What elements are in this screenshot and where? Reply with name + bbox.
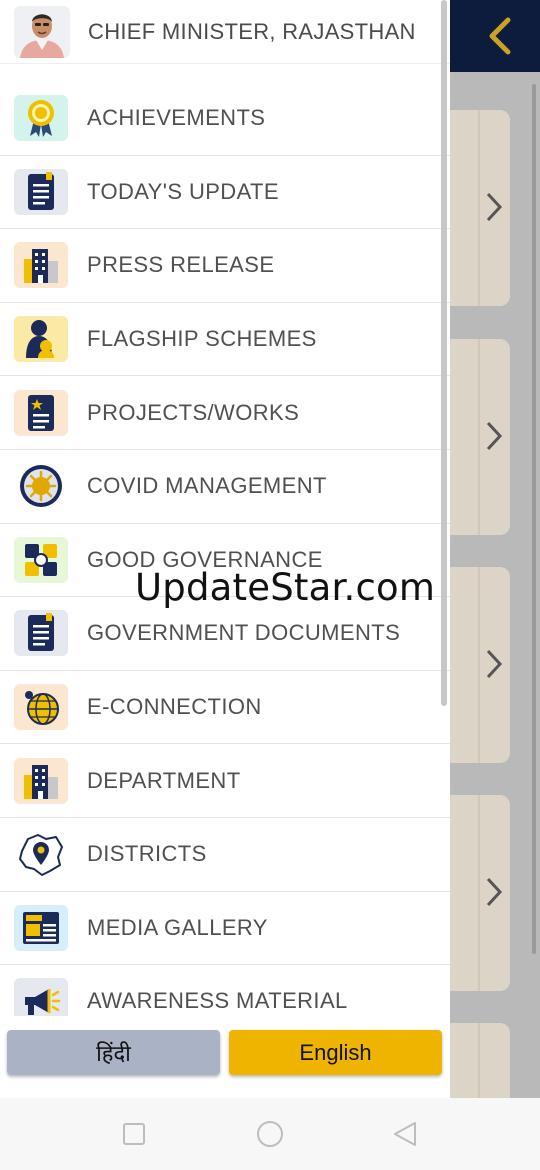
menu-item-label: DEPARTMENT — [87, 767, 241, 793]
building-icon — [14, 757, 68, 804]
building-icon — [14, 242, 68, 289]
map-pin-icon — [14, 831, 68, 878]
menu-item-label: ACHIEVEMENTS — [87, 105, 266, 131]
globe-icon — [14, 684, 68, 731]
language-switcher: हिंदी English — [0, 1016, 450, 1098]
menu-item-label: AWARENESS MATERIAL — [87, 988, 348, 1014]
recents-square-icon[interactable] — [118, 1118, 150, 1150]
back-chevron-icon[interactable] — [484, 14, 516, 58]
newspaper-icon — [14, 904, 68, 951]
menu-item-label: TODAY'S UPDATE — [87, 178, 279, 204]
menu-item-label: E-CONNECTION — [87, 694, 262, 720]
document-icon — [14, 168, 68, 215]
watermark-text: UpdateStar.com — [135, 566, 436, 609]
menu-item-covid-management[interactable]: COVID MANAGEMENT — [0, 450, 450, 524]
menu-item-media-gallery[interactable]: MEDIA GALLERY — [0, 892, 450, 966]
menu-item-label: PROJECTS/WORKS — [87, 399, 300, 425]
back-triangle-icon[interactable] — [389, 1118, 421, 1150]
menu-item-press-release[interactable]: PRESS RELEASE — [0, 229, 450, 303]
person-avatar-icon — [14, 5, 70, 58]
virus-icon — [14, 463, 68, 510]
hindi-button[interactable]: हिंदी — [7, 1030, 220, 1075]
menu-item-projects-works[interactable]: PROJECTS/WORKS — [0, 376, 450, 450]
menu-item-achievements[interactable]: ACHIEVEMENTS — [0, 82, 450, 156]
system-navigation-bar — [0, 1098, 540, 1170]
drawer-title: CHIEF MINISTER, RAJASTHAN — [88, 18, 416, 44]
drawer-scrollbar[interactable] — [441, 0, 447, 706]
menu-item-districts[interactable]: DISTRICTS — [0, 818, 450, 892]
menu-item-label: DISTRICTS — [87, 841, 207, 867]
handshake-icon — [14, 536, 68, 583]
chevron-right-icon — [486, 649, 503, 679]
project-document-icon — [14, 389, 68, 436]
mother-child-icon — [14, 316, 68, 363]
english-button[interactable]: English — [229, 1030, 442, 1075]
menu-item-e-connection[interactable]: E-CONNECTION — [0, 671, 450, 745]
menu-item-label: MEDIA GALLERY — [87, 914, 268, 940]
menu-item-flagship-schemes[interactable]: FLAGSHIP SCHEMES — [0, 303, 450, 377]
award-medal-icon — [14, 95, 68, 142]
menu-item-label: COVID MANAGEMENT — [87, 473, 327, 499]
drawer-menu: ACHIEVEMENTS TODAY'S UPDATE PRESS RELEAS… — [0, 82, 450, 1039]
navigation-drawer: CHIEF MINISTER, RAJASTHAN ACHIEVEMENTS T… — [0, 0, 450, 1098]
chevron-right-icon — [486, 421, 503, 451]
document-icon — [14, 610, 68, 657]
menu-item-label: FLAGSHIP SCHEMES — [87, 326, 317, 352]
menu-item-department[interactable]: DEPARTMENT — [0, 744, 450, 818]
chevron-right-icon — [486, 877, 503, 907]
menu-item-todays-update[interactable]: TODAY'S UPDATE — [0, 156, 450, 230]
background-scrollbar — [532, 84, 536, 954]
chevron-right-icon — [486, 192, 503, 222]
menu-item-label: GOVERNMENT DOCUMENTS — [87, 620, 401, 646]
drawer-header[interactable]: CHIEF MINISTER, RAJASTHAN — [0, 0, 450, 64]
home-circle-icon[interactable] — [254, 1118, 286, 1150]
menu-item-label: PRESS RELEASE — [87, 252, 275, 278]
